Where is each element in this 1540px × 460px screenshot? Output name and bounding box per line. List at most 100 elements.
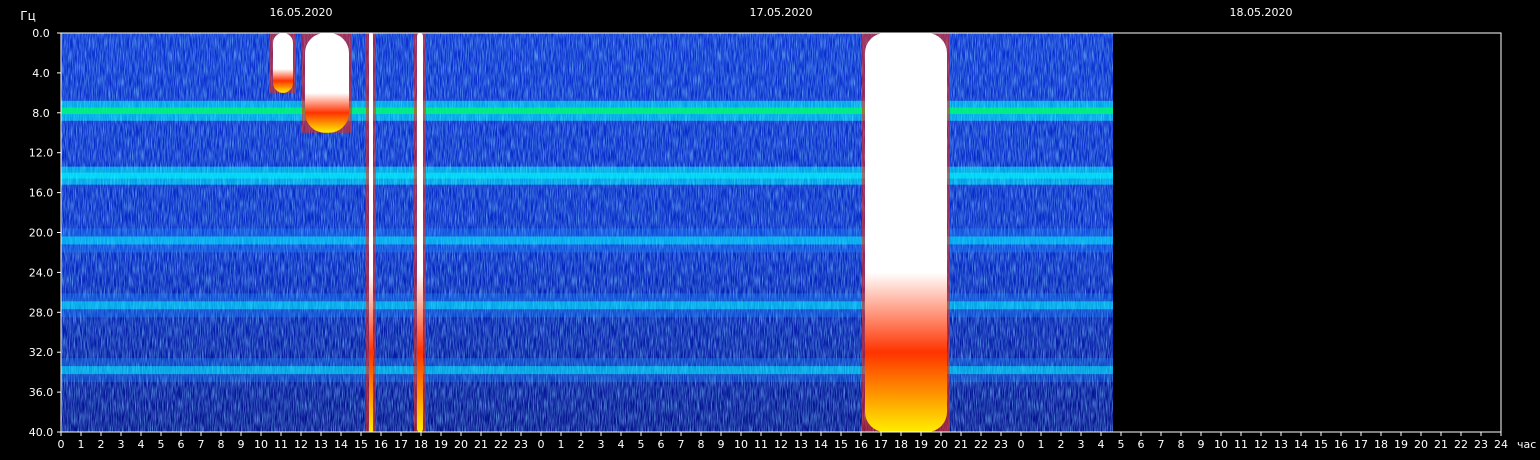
x-tick-label: 7: [678, 438, 685, 451]
x-tick-label: 6: [658, 438, 665, 451]
y-tick-label: 0.0: [32, 27, 50, 40]
x-tick-label: 19: [914, 438, 928, 451]
x-tick-label: 8: [698, 438, 705, 451]
x-tick-label: 23: [514, 438, 528, 451]
x-tick-label: 3: [598, 438, 605, 451]
x-tick-label: 1: [1038, 438, 1045, 451]
x-tick-label: 0: [58, 438, 65, 451]
x-tick-label: 19: [1394, 438, 1408, 451]
x-tick-label: 16: [374, 438, 388, 451]
x-tick-label: 14: [814, 438, 828, 451]
x-tick-label: 23: [994, 438, 1008, 451]
y-tick-label: 36.0: [29, 386, 54, 399]
x-tick-label: 15: [1314, 438, 1328, 451]
x-tick-label: 14: [1294, 438, 1308, 451]
x-tick-label: 12: [294, 438, 308, 451]
x-tick-label: 5: [638, 438, 645, 451]
date-label: 17.05.2020: [750, 6, 813, 19]
resonance-core: [61, 366, 1113, 375]
y-tick-label: 8.0: [32, 107, 50, 120]
x-tick-label: 18: [1374, 438, 1388, 451]
x-tick-label: 12: [774, 438, 788, 451]
x-tick-label: 4: [618, 438, 625, 451]
x-tick-label: 20: [1414, 438, 1428, 451]
x-tick-label: 5: [158, 438, 165, 451]
x-tick-label: 4: [138, 438, 145, 451]
y-tick-label: 16.0: [29, 187, 54, 200]
x-tick-label: 5: [1118, 438, 1125, 451]
x-tick-label: 6: [1138, 438, 1145, 451]
x-tick-label: 19: [434, 438, 448, 451]
x-tick-label: 0: [1018, 438, 1025, 451]
x-tick-label: 11: [1234, 438, 1248, 451]
x-tick-label: 6: [178, 438, 185, 451]
date-labels: 16.05.2020 17.05.2020 18.05.2020: [270, 6, 1293, 19]
x-tick-label: 8: [218, 438, 225, 451]
x-axis-label: час: [1517, 438, 1536, 451]
x-tick-label: 18: [894, 438, 908, 451]
x-tick-label: 23: [1474, 438, 1488, 451]
x-tick-label: 10: [1214, 438, 1228, 451]
plot-area: [60, 32, 1502, 433]
resonance-core: [61, 301, 1113, 310]
x-tick-label: 2: [98, 438, 105, 451]
x-tick-label: 10: [734, 438, 748, 451]
x-tick-label: 0: [538, 438, 545, 451]
burst-core: [305, 33, 349, 133]
x-tick-label: 21: [474, 438, 488, 451]
x-tick-label: 1: [558, 438, 565, 451]
x-tick-label: 2: [578, 438, 585, 451]
x-tick-label: 12: [1254, 438, 1268, 451]
date-label: 18.05.2020: [1230, 6, 1293, 19]
x-tick-label: 10: [254, 438, 268, 451]
x-tick-label: 7: [1158, 438, 1165, 451]
x-tick-label: 15: [834, 438, 848, 451]
x-tick-label: 8: [1178, 438, 1185, 451]
x-tick-label: 14: [334, 438, 348, 451]
x-tick-label: 9: [1198, 438, 1205, 451]
y-tick-label: 20.0: [29, 227, 54, 240]
x-tick-label: 24: [1494, 438, 1508, 451]
y-tick-label: 24.0: [29, 266, 54, 279]
x-tick-label: 16: [854, 438, 868, 451]
y-tick-label: 4.0: [32, 67, 50, 80]
spectrogram-heat: [61, 33, 1113, 432]
x-tick-label: 3: [1078, 438, 1085, 451]
x-tick-label: 13: [794, 438, 808, 451]
x-tick-label: 18: [414, 438, 428, 451]
x-tick-label: 13: [1274, 438, 1288, 451]
x-tick-label: 2: [1058, 438, 1065, 451]
x-tick-label: 16: [1334, 438, 1348, 451]
x-tick-label: 21: [954, 438, 968, 451]
x-tick-label: 22: [974, 438, 988, 451]
burst-core: [417, 33, 423, 432]
x-axis-ticks: 0 1 2 3 4 5 6 7 8 9 10 11 12 13 14 15 16 17 18 19 20 21 22 23 0 1…: [58, 432, 1508, 451]
y-tick-label: 28.0: [29, 306, 54, 319]
x-tick-label: 17: [1354, 438, 1368, 451]
x-tick-label: 17: [874, 438, 888, 451]
x-tick-label: 9: [718, 438, 725, 451]
x-tick-label: 21: [1434, 438, 1448, 451]
x-tick-label: 4: [1098, 438, 1105, 451]
resonance-core: [61, 172, 1113, 179]
x-tick-label: 20: [454, 438, 468, 451]
y-tick-label: 40.0: [29, 426, 54, 439]
x-tick-label: 1: [78, 438, 85, 451]
x-tick-label: 22: [1454, 438, 1468, 451]
y-axis-label: Гц: [20, 9, 36, 23]
y-axis-ticks: 0.0 4.0 8.0 12.0 16.0 20.0 24.0 28.0 32.0 36.0 40.…: [29, 27, 61, 439]
x-tick-label: 13: [314, 438, 328, 451]
date-label: 16.05.2020: [270, 6, 333, 19]
burst-core: [865, 33, 947, 432]
x-tick-label: 11: [754, 438, 768, 451]
x-tick-label: 20: [934, 438, 948, 451]
y-tick-label: 32.0: [29, 346, 54, 359]
x-tick-label: 9: [238, 438, 245, 451]
burst-core: [369, 33, 373, 432]
x-tick-label: 7: [198, 438, 205, 451]
x-tick-label: 17: [394, 438, 408, 451]
resonance-core: [61, 236, 1113, 245]
x-tick-label: 15: [354, 438, 368, 451]
y-tick-label: 12.0: [29, 147, 54, 160]
burst-core: [273, 33, 293, 93]
